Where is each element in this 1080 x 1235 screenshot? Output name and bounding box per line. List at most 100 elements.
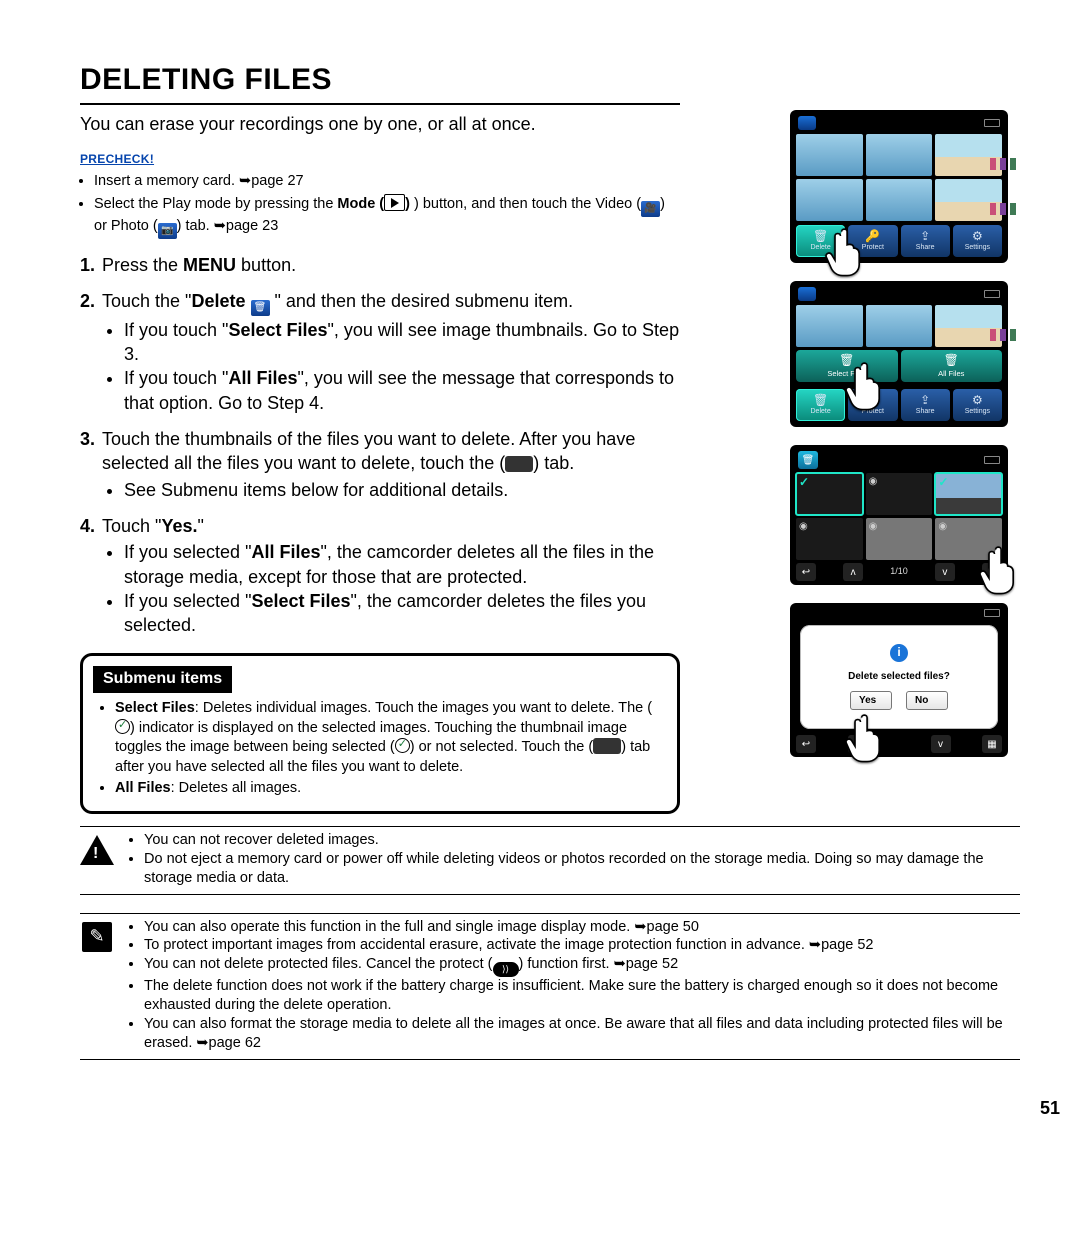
camera-icon (798, 116, 816, 130)
label: Delete (811, 407, 831, 416)
down-button[interactable]: v (935, 563, 955, 581)
back-button[interactable]: ↩ (796, 563, 816, 581)
no-button[interactable]: No (906, 691, 948, 710)
thumbnail[interactable] (866, 518, 933, 560)
battery-icon (984, 456, 1000, 464)
txt: : Deletes all images. (171, 780, 302, 796)
rule (80, 913, 1020, 914)
thumbnail[interactable] (796, 305, 863, 347)
device-screenshots: 🗑Delete 🔑Protect ⇪Share ⚙Settings 🗑Selec… (790, 110, 1020, 775)
battery-icon (984, 290, 1000, 298)
confirm-button[interactable]: ▦ (982, 563, 1002, 581)
thumbnail-selected[interactable] (935, 473, 1002, 515)
check-indicator-icon (115, 719, 130, 734)
substep: If you selected "All Files", the camcord… (124, 540, 680, 589)
battery-icon (984, 609, 1000, 617)
delete-button[interactable]: 🗑Delete (796, 389, 845, 421)
confirm-tab-icon (593, 738, 621, 754)
txt: You can not delete protected files. Canc… (144, 956, 493, 972)
txt: If you selected " (124, 591, 251, 611)
share-button[interactable]: ⇪Share (901, 389, 950, 421)
step: 4. Touch "Yes." If you selected "All Fil… (80, 514, 680, 637)
warning-icon (80, 833, 114, 867)
trash-icon[interactable]: 🗑 (798, 451, 818, 469)
thumbnail[interactable] (935, 134, 1002, 176)
yes-button[interactable]: Yes (850, 691, 892, 710)
key-icon: 🔑 (865, 394, 880, 406)
all-files-button[interactable]: 🗑All Files (901, 350, 1003, 382)
label: Select Files (827, 369, 866, 379)
delete-button[interactable]: 🗑Delete (796, 225, 845, 257)
thumbnail-selected[interactable] (796, 473, 863, 515)
thumbnail[interactable] (796, 179, 863, 221)
notes-row: ✎ You can also operate this function in … (80, 918, 1020, 1053)
txt: Press the (102, 255, 183, 275)
txt: If you selected " (124, 542, 251, 562)
txt: Select the Play mode by pressing the (94, 196, 337, 212)
protect-icon: ⟩⟩ (493, 962, 519, 977)
rule (80, 1059, 1020, 1060)
precheck-label: PRECHECK! (80, 152, 154, 168)
select-files-button[interactable]: 🗑Select Files (796, 350, 898, 382)
step-num: 3. (80, 427, 95, 451)
camera-icon (798, 287, 816, 301)
substep: If you selected "Select Files", the camc… (124, 589, 680, 638)
submenu-item: Select Files: Deletes individual images.… (115, 699, 665, 777)
info-icon: i (890, 644, 908, 662)
notes-text: You can also operate this function in th… (128, 918, 1020, 1053)
step: 3. Touch the thumbnails of the files you… (80, 427, 680, 502)
label: Protect (862, 243, 884, 252)
share-button[interactable]: ⇪Share (901, 225, 950, 257)
submenu-title: Submenu items (93, 666, 232, 693)
delete-trash-icon: 🗑 (251, 300, 270, 316)
label: All Files (938, 369, 964, 379)
txt: ) tab. (533, 453, 574, 473)
submenu-item: All Files: Deletes all images. (115, 779, 665, 799)
thumbnail[interactable] (935, 518, 1002, 560)
substep: If you touch "Select Files", you will se… (124, 318, 680, 367)
txt: Yes. (161, 516, 197, 536)
device-screen-2: 🗑Select Files 🗑All Files 🗑Delete 🔑Protec… (790, 281, 1008, 427)
intro-text: You can erase your recordings one by one… (80, 113, 680, 136)
step-num: 1. (80, 253, 95, 277)
check-indicator-icon (395, 738, 410, 753)
thumbnail[interactable] (866, 179, 933, 221)
thumbnail[interactable] (935, 179, 1002, 221)
pager-text: 1/10 (890, 566, 908, 578)
thumbnail[interactable] (796, 518, 863, 560)
warning-item: Do not eject a memory card or power off … (144, 850, 1020, 888)
txt: Select Files (251, 591, 350, 611)
protect-button[interactable]: 🔑Protect (848, 389, 897, 421)
settings-button[interactable]: ⚙Settings (953, 225, 1002, 257)
confirm-button[interactable]: ▦ (982, 735, 1002, 753)
txt: Mode ( (337, 196, 384, 212)
note-item: You can also format the storage media to… (144, 1015, 1020, 1053)
protect-button[interactable]: 🔑Protect (848, 225, 897, 257)
thumbnail[interactable] (866, 305, 933, 347)
label: Settings (965, 243, 990, 252)
note-item: You can also operate this function in th… (144, 918, 1020, 937)
trash-icon: 🗑 (813, 230, 828, 242)
up-button[interactable]: ʌ (848, 735, 868, 753)
txt: button. (236, 255, 296, 275)
gear-icon: ⚙ (972, 394, 983, 406)
down-button[interactable]: v (931, 735, 951, 753)
thumbnail[interactable] (935, 305, 1002, 347)
precheck-list: Insert a memory card. ➥page 27 Select th… (80, 172, 680, 239)
warning-row: You can not recover deleted images. Do n… (80, 831, 1020, 888)
back-button[interactable]: ↩ (796, 735, 816, 753)
video-tab-icon: 🎥 (641, 201, 660, 217)
step: 1. Press the MENU button. (80, 253, 680, 277)
txt: Select Files (115, 700, 195, 716)
trash-icon: 🗑 (944, 353, 959, 369)
thumbnail[interactable] (796, 134, 863, 176)
trash-icon: 🗑 (839, 353, 854, 369)
thumbnail[interactable] (866, 134, 933, 176)
txt: ) function first. ➥page 52 (519, 956, 679, 972)
settings-button[interactable]: ⚙Settings (953, 389, 1002, 421)
confirm-tab-icon (505, 456, 533, 472)
device-screen-1: 🗑Delete 🔑Protect ⇪Share ⚙Settings (790, 110, 1008, 263)
page-title: DELETING FILES (80, 60, 680, 99)
thumbnail[interactable] (866, 473, 933, 515)
up-button[interactable]: ʌ (843, 563, 863, 581)
